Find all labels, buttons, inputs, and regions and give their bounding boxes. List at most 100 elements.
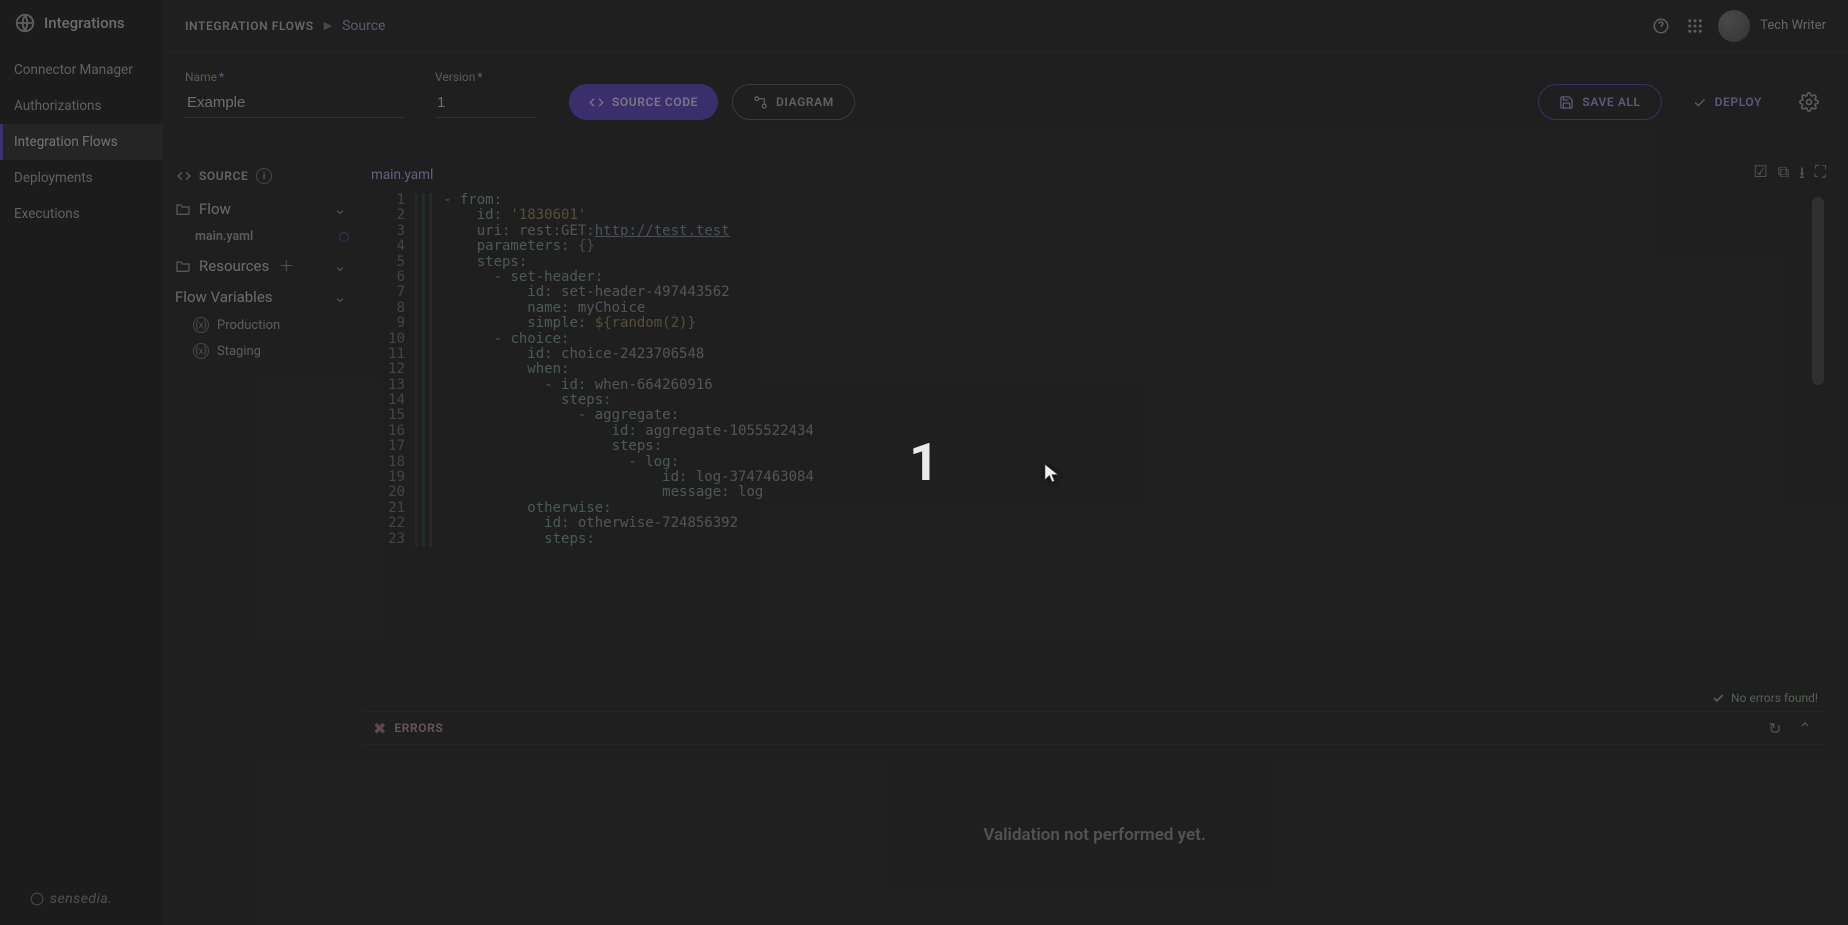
editor-panel: main.yaml ☑ ⧉ ⭳ ⛶ 1- from:2 id: '1830601… [363,160,1826,925]
version-label: Version* [435,70,535,84]
editor-file-tab[interactable]: main.yaml [363,167,441,183]
footer-brand: sensedia. [0,873,163,925]
username: Tech Writer [1760,18,1826,33]
errors-panel-body: Validation not performed yet. [363,745,1826,925]
version-input[interactable] [435,90,535,118]
save-all-button-label: SAVE ALL [1582,95,1640,109]
nav: Connector Manager Authorizations Integra… [0,52,163,873]
code-line[interactable]: 8 name: myChoice [363,301,1826,316]
errors-tabbar: ✖ ERRORS ↻ ⌃ [363,711,1826,745]
editor-action-validate-icon[interactable]: ☑ [1753,162,1767,189]
breadcrumb-root[interactable]: INTEGRATION FLOWS [185,19,314,33]
code-line[interactable]: 5 steps: [363,255,1826,270]
code-line[interactable]: 7 id: set-header-497443562 [363,285,1826,300]
errors-collapse-icon[interactable]: ⌃ [1794,719,1816,738]
code-line[interactable]: 16 id: aggregate-1055522434 [363,424,1826,439]
error-x-icon: ✖ [373,719,386,738]
code-line[interactable]: 20 message: log [363,485,1826,500]
footer-brand-label: sensedia [50,891,108,907]
version-field: Version* [435,70,535,118]
code-line[interactable]: 15 - aggregate: [363,408,1826,423]
code-line[interactable]: 21 otherwise: [363,501,1826,516]
save-all-button[interactable]: SAVE ALL [1538,84,1661,120]
formbar: Name* Version* SOURCE CODE DIAGRAM SAVE … [163,52,1848,152]
source-tree-header: SOURCE i [169,160,357,194]
source-tree: SOURCE i Flow ⌄ main.yaml Resources ＋ ⌄ … [163,160,363,925]
diagram-button[interactable]: DIAGRAM [732,84,855,120]
code-line[interactable]: 23 steps: [363,532,1826,547]
code-line[interactable]: 9 simple: ${random(2)} [363,316,1826,331]
source-code-button[interactable]: SOURCE CODE [569,84,718,120]
breadcrumb-current: Source [342,18,385,34]
folder-icon [175,258,191,274]
code-line[interactable]: 13 - id: when-664260916 [363,378,1826,393]
nav-item-executions[interactable]: Executions [0,196,163,232]
nav-item-integration-flows[interactable]: Integration Flows [0,124,163,160]
source-code-button-label: SOURCE CODE [612,95,698,109]
code-line[interactable]: 3 uri: rest:GET:http://test.test [363,224,1826,239]
nav-item-connector-manager[interactable]: Connector Manager [0,52,163,88]
brand-label: Integrations [44,14,125,32]
tree-group-flow-variables[interactable]: Flow Variables ⌄ [169,282,357,312]
sidebar: Integrations Connector Manager Authoriza… [0,0,163,925]
tree-file-main-yaml[interactable]: main.yaml [169,224,357,249]
tree-group-resources[interactable]: Resources ＋ ⌄ [169,249,357,282]
settings-icon[interactable] [1792,85,1826,119]
tree-group-resources-label: Resources [199,257,269,275]
code-icon [177,169,191,183]
editor-scrollbar[interactable] [1812,197,1824,385]
code-line[interactable]: 19 id: log-3747463084 [363,470,1826,485]
env-icon: {x} [193,317,209,333]
tree-env-staging[interactable]: {x} Staging [169,338,357,364]
topbar: INTEGRATION FLOWS ▶ Source Tech Writer [163,0,1848,52]
code-line[interactable]: 11 id: choice-2423706548 [363,347,1826,362]
cursor-icon [1043,462,1061,489]
help-icon[interactable] [1644,9,1678,43]
code-line[interactable]: 1- from: [363,193,1826,208]
chevron-down-icon: ⌄ [331,257,349,275]
editor-action-expand-icon[interactable]: ⛶ [1815,162,1826,189]
code-line[interactable]: 12 when: [363,362,1826,377]
diagram-icon [753,95,768,110]
diagram-button-label: DIAGRAM [776,95,834,109]
tree-env-production[interactable]: {x} Production [169,312,357,338]
code-icon [589,95,604,110]
name-field: Name* [185,70,405,118]
tree-group-flow-label: Flow [199,200,231,218]
code-line[interactable]: 4 parameters: {} [363,239,1826,254]
footer-brand-icon [30,892,44,906]
code-line[interactable]: 10 - choice: [363,332,1826,347]
code-editor[interactable]: 1- from:2 id: '1830601'3 uri: rest:GET:h… [363,192,1826,687]
save-icon [1559,95,1574,110]
tree-env-label: Staging [217,344,261,359]
nav-item-deployments[interactable]: Deployments [0,160,163,196]
plus-icon[interactable]: ＋ [277,255,295,276]
chevron-down-icon: ⌄ [331,288,349,306]
code-line[interactable]: 14 steps: [363,393,1826,408]
code-line[interactable]: 2 id: '1830601' [363,208,1826,223]
info-icon[interactable]: i [256,168,272,184]
tree-env-label: Production [217,318,280,333]
errors-tab-label[interactable]: ERRORS [394,721,443,735]
errors-empty-message: Validation not performed yet. [983,825,1205,845]
code-line[interactable]: 18 - log: [363,455,1826,470]
editor-action-download-icon[interactable]: ⭳ [1799,162,1805,189]
brand-icon [14,12,36,34]
code-line[interactable]: 22 id: otherwise-724856392 [363,516,1826,531]
check-icon [1711,691,1725,705]
brand-logo: Integrations [0,0,163,52]
errors-refresh-icon[interactable]: ↻ [1764,719,1786,738]
nav-item-authorizations[interactable]: Authorizations [0,88,163,124]
tree-group-flow[interactable]: Flow ⌄ [169,194,357,224]
tree-file-label: main.yaml [195,229,253,244]
code-line[interactable]: 17 steps: [363,439,1826,454]
editor-action-copy-icon[interactable]: ⧉ [1778,162,1789,189]
folder-icon [175,201,191,217]
name-input[interactable] [185,90,405,118]
deploy-button-label: DEPLOY [1715,95,1762,109]
deploy-icon [1692,95,1707,110]
avatar[interactable] [1718,10,1750,42]
code-line[interactable]: 6 - set-header: [363,270,1826,285]
apps-grid-icon[interactable] [1678,9,1712,43]
deploy-button[interactable]: DEPLOY [1676,84,1778,120]
